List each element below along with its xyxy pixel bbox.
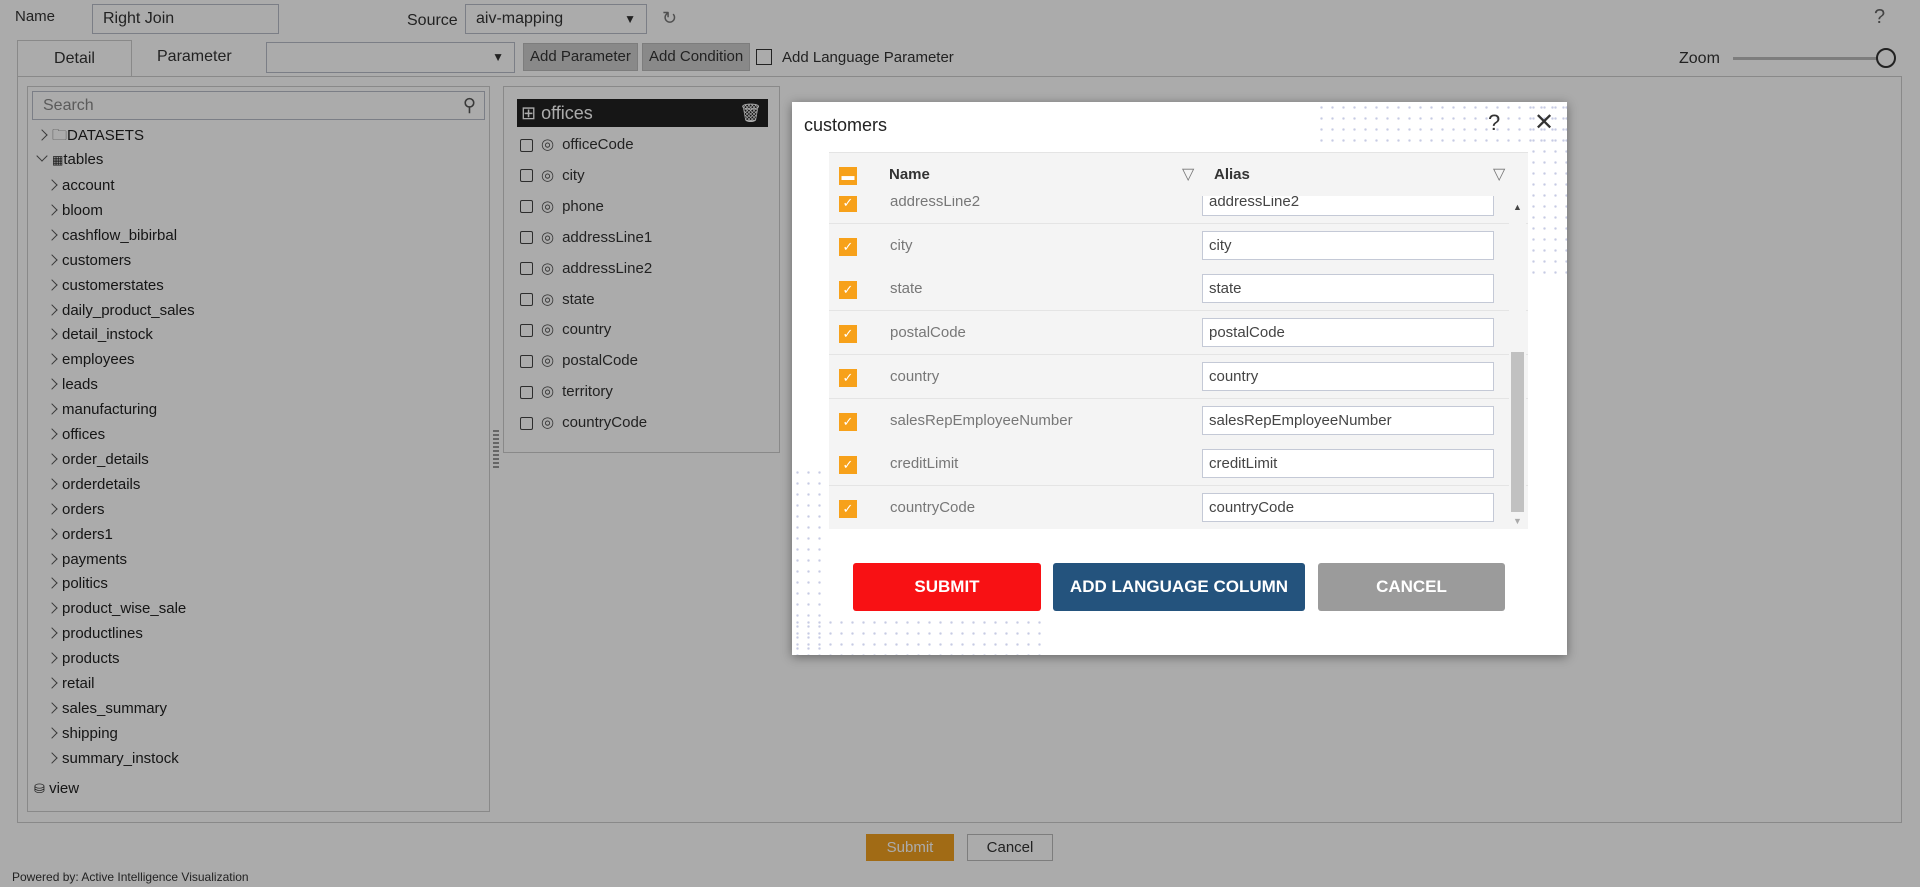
modal-title: customers <box>804 115 888 135</box>
table-row: ✓ creditLimit creditLimit <box>829 442 1528 487</box>
help-icon[interactable]: ? <box>1488 110 1500 136</box>
filter-icon[interactable]: ▽ <box>1182 164 1194 184</box>
scroll-down-icon[interactable]: ▼ <box>1513 516 1522 526</box>
alias-input[interactable]: salesRepEmployeeNumber <box>1202 405 1494 435</box>
row-checkbox[interactable]: ✓ <box>839 368 857 387</box>
row-checkbox[interactable]: ✓ <box>839 237 857 256</box>
select-all-checkbox[interactable]: ▬ <box>839 167 857 185</box>
table-header: ▬ Name ▽ Alias ▽ <box>829 152 1528 196</box>
table-row: ✓ addressLine2 addressLine2 <box>829 196 1528 224</box>
row-name: state <box>890 280 923 298</box>
row-checkbox[interactable]: ✓ <box>839 456 857 475</box>
alias-input[interactable]: state <box>1202 274 1494 304</box>
column-name-header: Name <box>889 166 930 183</box>
table-row: ✓ country country <box>829 354 1528 399</box>
row-name: countryCode <box>890 498 976 516</box>
alias-input[interactable]: countryCode <box>1202 492 1494 522</box>
row-checkbox[interactable]: ✓ <box>839 499 857 518</box>
row-checkbox[interactable]: ✓ <box>839 196 857 212</box>
table-body: ✓ addressLine2 addressLine2 ✓ city city ✓ state… <box>829 196 1528 529</box>
dot-pattern <box>792 617 1042 655</box>
row-name: salesRepEmployeeNumber <box>890 411 1073 429</box>
row-name: city <box>890 236 913 254</box>
row-checkbox[interactable]: ✓ <box>839 281 857 300</box>
row-checkbox[interactable]: ✓ <box>839 325 857 344</box>
close-icon[interactable]: ✕ <box>1534 108 1554 137</box>
row-name: addressLine2 <box>890 196 981 210</box>
alias-input[interactable]: city <box>1202 230 1494 260</box>
add-language-column-button[interactable]: ADD LANGUAGE COLUMN <box>1053 563 1305 611</box>
table-row: ✓ postalCode postalCode <box>829 311 1528 356</box>
alias-input[interactable]: country <box>1202 361 1494 391</box>
table-row: ✓ countryCode countryCode <box>829 485 1528 529</box>
row-name: creditLimit <box>890 455 959 473</box>
scrollbar-thumb[interactable] <box>1511 352 1524 512</box>
alias-input[interactable]: addressLine2 <box>1202 196 1494 216</box>
table-row: ✓ city city <box>829 223 1528 268</box>
row-checkbox[interactable]: ✓ <box>839 412 857 431</box>
filter-icon[interactable]: ▽ <box>1493 164 1505 184</box>
row-name: postalCode <box>890 324 966 342</box>
row-name: country <box>890 367 940 385</box>
scroll-up-icon[interactable]: ▲ <box>1513 202 1522 212</box>
alias-input[interactable]: creditLimit <box>1202 449 1494 479</box>
submit-button[interactable]: SUBMIT <box>853 563 1041 611</box>
alias-input[interactable]: postalCode <box>1202 318 1494 348</box>
cancel-button[interactable]: CANCEL <box>1318 563 1505 611</box>
customers-modal: customers ? ✕ ▬ Name ▽ Alias ▽ ✓ addressL… <box>792 102 1567 655</box>
scrollbar[interactable]: ▲ ▼ <box>1509 196 1526 529</box>
table-row: ✓ state state <box>829 267 1528 312</box>
table-row: ✓ salesRepEmployeeNumber salesRepEmployeeN… <box>829 398 1528 443</box>
column-alias-header: Alias <box>1214 166 1250 183</box>
